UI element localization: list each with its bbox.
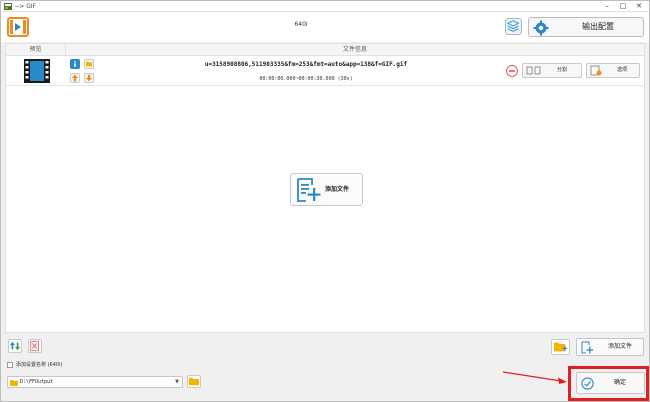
- add-preset-name-row[interactable]: 添加设置名称 (640i): [7, 361, 127, 370]
- add-file-center-label: 添加文件: [325, 186, 350, 193]
- file-list-header: 预览 文件信息: [6, 44, 644, 56]
- folder-add-icon: [553, 342, 568, 352]
- layers-icon: [506, 20, 520, 32]
- preview-column-header: 预览: [6, 44, 66, 56]
- sort-button[interactable]: [8, 339, 22, 353]
- app-icon: [4, 3, 12, 10]
- add-file-center-button[interactable]: 添加文件: [290, 173, 363, 206]
- output-path-select[interactable]: D:\FFOutput ▼: [7, 376, 183, 388]
- chevron-down-icon: ▼: [175, 379, 179, 385]
- annotation-arrow: [502, 371, 567, 384]
- options-icon: [590, 65, 602, 76]
- move-up-button[interactable]: [70, 73, 80, 83]
- file-name: u=3158908806,511903335&fm=253&fmt=auto&a…: [204, 61, 408, 68]
- video-play-logo-icon: [7, 17, 29, 37]
- add-file-button[interactable]: 添加文件: [576, 338, 644, 356]
- add-preset-name-label: 添加设置名称 (640i): [16, 362, 63, 368]
- output-config-label: 输出配置: [582, 22, 614, 31]
- options-label: 选项: [616, 67, 627, 73]
- clear-list-button[interactable]: [28, 339, 42, 353]
- confirm-label: 确定: [613, 379, 626, 386]
- close-button[interactable]: ✕: [633, 1, 645, 12]
- preset-name: 640i: [294, 21, 308, 28]
- remove-file-button[interactable]: [506, 65, 518, 77]
- clear-list-icon: [30, 340, 39, 352]
- window-title: --> GIF: [15, 3, 37, 10]
- output-path-value: D:\FFOutput: [20, 379, 54, 385]
- file-list: 预览 文件信息 u=3158908806,511903335&fm=253&fm…: [5, 43, 645, 333]
- video-thumbnail-icon: [24, 59, 50, 83]
- file-row[interactable]: u=3158908806,511903335&fm=253&fmt=auto&a…: [6, 56, 644, 86]
- title-bar: --> GIF – □ ✕: [1, 1, 649, 12]
- file-info-column-header: 文件信息: [342, 46, 367, 53]
- output-config-button[interactable]: 输出配置: [528, 17, 644, 37]
- add-file-icon: [581, 341, 594, 354]
- info-button[interactable]: [70, 59, 80, 69]
- sort-icon: [9, 341, 21, 351]
- app-window: --> GIF – □ ✕ 640i 输出配置 预览 文件信息 u=315890…: [0, 0, 650, 402]
- folder-icon: [85, 61, 93, 67]
- options-button[interactable]: 选项: [586, 63, 640, 78]
- file-time-range: 00:00:00.000~00:00:30.000 (30s): [259, 76, 353, 82]
- split-button[interactable]: 分割: [522, 63, 582, 78]
- toolbar: 640i 输出配置: [1, 12, 649, 42]
- add-preset-name-checkbox[interactable]: [7, 362, 13, 368]
- split-label: 分割: [556, 67, 567, 73]
- add-file-label: 添加文件: [607, 343, 632, 350]
- minus-circle-icon: [509, 70, 515, 72]
- layers-button[interactable]: [505, 18, 522, 35]
- arrow-up-icon: [71, 74, 79, 82]
- folder-icon: [10, 380, 18, 386]
- minimize-button[interactable]: –: [601, 1, 613, 12]
- browse-folder-button[interactable]: [187, 375, 201, 388]
- add-folder-button[interactable]: [551, 339, 570, 355]
- split-icon: [526, 66, 541, 75]
- arrow-down-icon: [85, 74, 93, 82]
- check-circle-icon: [581, 377, 594, 390]
- folder-icon: [188, 377, 200, 386]
- open-folder-button[interactable]: [84, 59, 94, 69]
- gear-icon: [533, 20, 549, 36]
- move-down-button[interactable]: [84, 73, 94, 83]
- add-file-icon: [297, 178, 321, 202]
- maximize-button[interactable]: □: [617, 1, 629, 12]
- info-icon: [74, 61, 76, 67]
- confirm-button[interactable]: 确定: [576, 372, 645, 394]
